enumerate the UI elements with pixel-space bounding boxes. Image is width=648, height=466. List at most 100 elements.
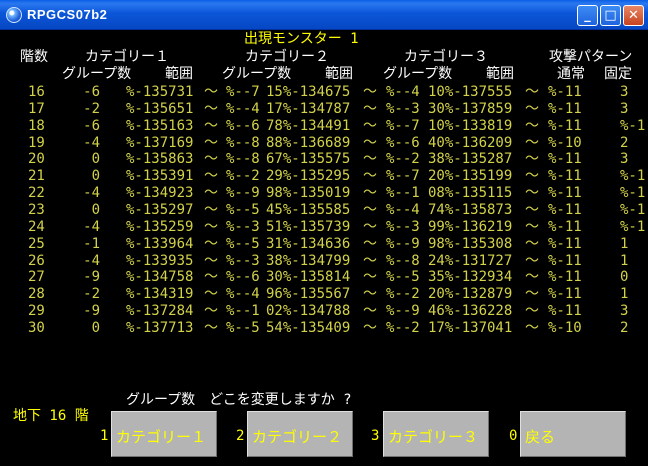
cell-floor: 16 — [28, 84, 45, 100]
cell-fix: 0 — [620, 269, 629, 286]
cell-atk: %-11 — [548, 100, 582, 117]
cell-atk: %-10 — [548, 134, 582, 151]
maximize-button[interactable]: □ — [600, 5, 621, 26]
cell-r3: 08%-135115 — [428, 185, 513, 202]
cell-r2: 51%-135739 — [266, 218, 351, 235]
cell-r1: %-135731 — [126, 84, 194, 100]
cell-r2: 31%-134636 — [266, 235, 351, 252]
cell-r1: %-137169 — [126, 134, 194, 151]
tilde-separator: ～ — [363, 151, 377, 168]
cell-r1: %-134319 — [126, 286, 194, 303]
cell-floor: 24 — [28, 218, 45, 235]
cell-r2: 15%-134675 — [266, 84, 351, 100]
header-group-2: グループ数 — [222, 66, 292, 82]
cell-g3: %--8 — [386, 252, 420, 269]
option-number-1: 1 — [100, 428, 109, 444]
title-bar[interactable]: RPGCS07b2 _ □ ✕ — [0, 0, 648, 30]
cell-r1: %-135391 — [126, 168, 194, 185]
header-range-3: 範囲 — [486, 66, 514, 82]
prompt-text: グループ数 どこを変更しますか ? — [126, 392, 352, 408]
tilde-separator: ～ — [363, 303, 377, 320]
cell-g2: %--4 — [226, 286, 260, 303]
cell-r2: 54%-135409 — [266, 319, 351, 336]
cell-g2: %--3 — [226, 218, 260, 235]
cell-g3: %--4 — [386, 84, 420, 100]
cell-g1: -2 — [83, 100, 100, 117]
tilde-separator: ～ — [204, 117, 218, 134]
tilde-separator: ～ — [204, 84, 218, 100]
cell-r1: %-135297 — [126, 201, 194, 218]
cell-r1: %-137284 — [126, 303, 194, 320]
tilde-separator: ～ — [204, 168, 218, 185]
cell-g2: %--8 — [226, 134, 260, 151]
cell-g1: -6 — [83, 117, 100, 134]
cell-r1: %-135163 — [126, 117, 194, 134]
tilde-separator: ～ — [363, 269, 377, 286]
cell-g1: -2 — [83, 286, 100, 303]
header-attack-pattern: 攻撃パターン — [549, 49, 633, 65]
cell-r3: 99%-136219 — [428, 218, 513, 235]
tilde-separator: ～ — [204, 319, 218, 336]
cell-fix: %-1 — [620, 201, 646, 218]
back-button[interactable]: 戻る — [520, 411, 626, 457]
cell-floor: 25 — [28, 235, 45, 252]
cell-r2: 78%-134491 — [266, 117, 351, 134]
tilde-separator: ～ — [363, 319, 377, 336]
cell-g3: %--7 — [386, 168, 420, 185]
category-2-button[interactable]: カテゴリー２ — [247, 411, 353, 457]
cell-fix: 3 — [620, 100, 629, 117]
cell-g3: %--9 — [386, 235, 420, 252]
cell-r2: 29%-135295 — [266, 168, 351, 185]
cell-g2: %--6 — [226, 269, 260, 286]
close-button[interactable]: ✕ — [623, 5, 644, 26]
tilde-separator: ～ — [525, 286, 539, 303]
cell-floor: 27 — [28, 269, 45, 286]
header-group-3: グループ数 — [383, 66, 453, 82]
cell-atk: %-11 — [548, 84, 582, 100]
header-category-3: カテゴリー３ — [404, 49, 488, 65]
tilde-separator: ～ — [204, 151, 218, 168]
tilde-separator: ～ — [204, 235, 218, 252]
tilde-separator: ～ — [525, 134, 539, 151]
cell-atk: %-11 — [548, 269, 582, 286]
cell-atk: %-11 — [548, 286, 582, 303]
cell-floor: 21 — [28, 168, 45, 185]
cell-g1: 0 — [91, 319, 100, 336]
cell-g3: %--9 — [386, 303, 420, 320]
cell-fix: %-1 — [620, 168, 646, 185]
cell-r1: %-137713 — [126, 319, 194, 336]
tilde-separator: ～ — [363, 117, 377, 134]
cell-floor: 20 — [28, 151, 45, 168]
cell-g3: %--3 — [386, 100, 420, 117]
tilde-separator: ～ — [204, 218, 218, 235]
cell-atk: %-11 — [548, 252, 582, 269]
cell-fix: 1 — [620, 286, 629, 303]
tilde-separator: ～ — [204, 185, 218, 202]
tilde-separator: ～ — [525, 201, 539, 218]
cell-g3: %--2 — [386, 286, 420, 303]
category-3-button[interactable]: カテゴリー３ — [383, 411, 489, 457]
header-range-2: 範囲 — [325, 66, 353, 82]
cell-r2: 98%-135019 — [266, 185, 351, 202]
header-range-1: 範囲 — [165, 66, 193, 82]
cell-g3: %--5 — [386, 269, 420, 286]
cell-floor: 22 — [28, 185, 45, 202]
cell-r3: 17%-137041 — [428, 319, 513, 336]
tilde-separator: ～ — [204, 303, 218, 320]
cell-r1: %-134758 — [126, 269, 194, 286]
cell-g1: -9 — [83, 269, 100, 286]
minimize-button[interactable]: _ — [577, 5, 598, 26]
cell-r1: %-133935 — [126, 252, 194, 269]
cell-g1: -1 — [83, 235, 100, 252]
cell-floor: 19 — [28, 134, 45, 151]
cell-fix: %-1 — [620, 185, 646, 202]
cell-g3: %--2 — [386, 151, 420, 168]
game-screen: 出現モンスター 1 階数 カテゴリー１ カテゴリー２ カテゴリー３ 攻撃パターン… — [0, 30, 648, 466]
category-1-button[interactable]: カテゴリー１ — [111, 411, 217, 457]
cell-r1: %-135259 — [126, 218, 194, 235]
tilde-separator: ～ — [204, 100, 218, 117]
location-label: 地下 16 階 — [13, 408, 89, 424]
cell-atk: %-10 — [548, 319, 582, 336]
tilde-separator: ～ — [363, 134, 377, 151]
tilde-separator: ～ — [525, 117, 539, 134]
